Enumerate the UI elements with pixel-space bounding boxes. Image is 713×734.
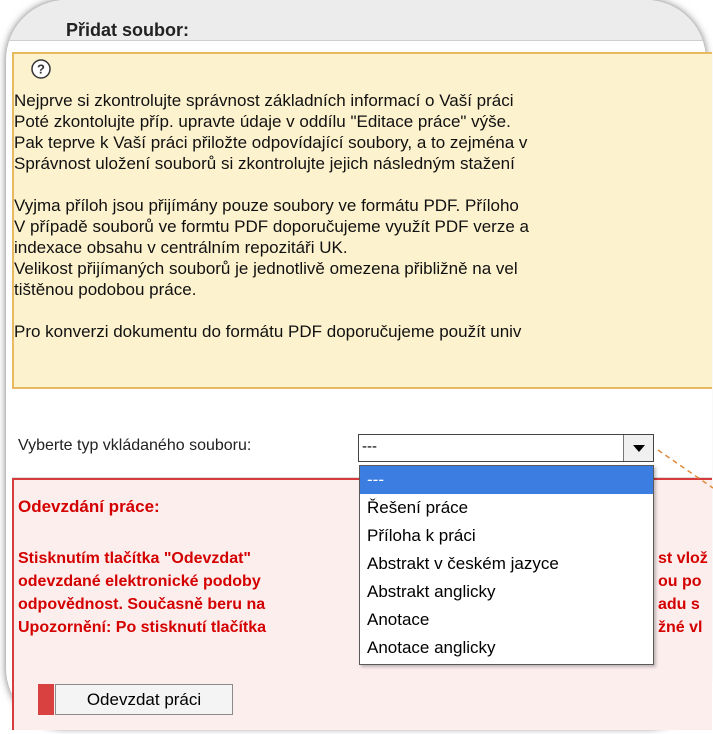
dropdown-option[interactable]: Řešení práce [360,494,653,522]
file-type-selected-value: --- [362,438,377,455]
dropdown-option[interactable]: Abstrakt anglicky [360,578,653,606]
dropdown-option[interactable]: Abstrakt v českém jazyce [360,550,653,578]
submission-line: adu s [658,596,700,613]
dropdown-option[interactable]: Anotace anglicky [360,634,653,662]
info-line: Pak teprve k Vaší práci přiložte odpovíd… [14,133,528,152]
file-type-select[interactable] [358,434,654,462]
info-line: Pro konverzi dokumentu do formátu PDF do… [14,322,522,341]
dropdown-option[interactable]: Příloha k práci [360,522,653,550]
submission-line: žné vl [658,619,703,636]
file-type-label: Vyberte typ vkládaného souboru: [18,437,252,454]
info-line: Poté zkontolujte příp. upravte údaje v o… [14,112,511,131]
svg-text:?: ? [37,62,45,77]
info-line: Správnost uložení souborů si zkontrolujt… [14,154,515,173]
submission-line: st vlož [658,550,708,567]
submission-text-right: st vlož ou po adu s žné vl [658,547,713,639]
info-text: Nejprve si zkontrolujte správnost základ… [14,90,713,342]
dropdown-option[interactable]: Anotace [360,606,653,634]
info-line: V případě souborů ve formtu PDF doporuču… [14,217,529,236]
file-type-dropdown-list: --- Řešení práce Příloha k práci Abstrak… [359,465,654,665]
info-line: Vyjma příloh jsou přijímány pouze soubor… [14,196,519,215]
question-mark-icon[interactable]: ? [30,58,52,80]
submit-work-button[interactable]: Odevzdat práci [55,684,233,715]
info-line: tištěnou podobou práce. [14,280,197,299]
info-line: indexace obsahu v centrálním repozitáři … [14,238,348,257]
dropdown-option[interactable]: --- [360,466,653,494]
section-title: Přidat soubor: [66,20,190,40]
button-accent [38,684,54,715]
submission-line: ou po [658,573,702,590]
chevron-down-icon[interactable] [623,435,653,461]
info-line: Velikost přijímaných souborů je jednotli… [14,259,518,278]
info-line: Nejprve si zkontrolujte správnost základ… [14,91,514,110]
submission-title: Odevzdání práce: [18,497,160,516]
